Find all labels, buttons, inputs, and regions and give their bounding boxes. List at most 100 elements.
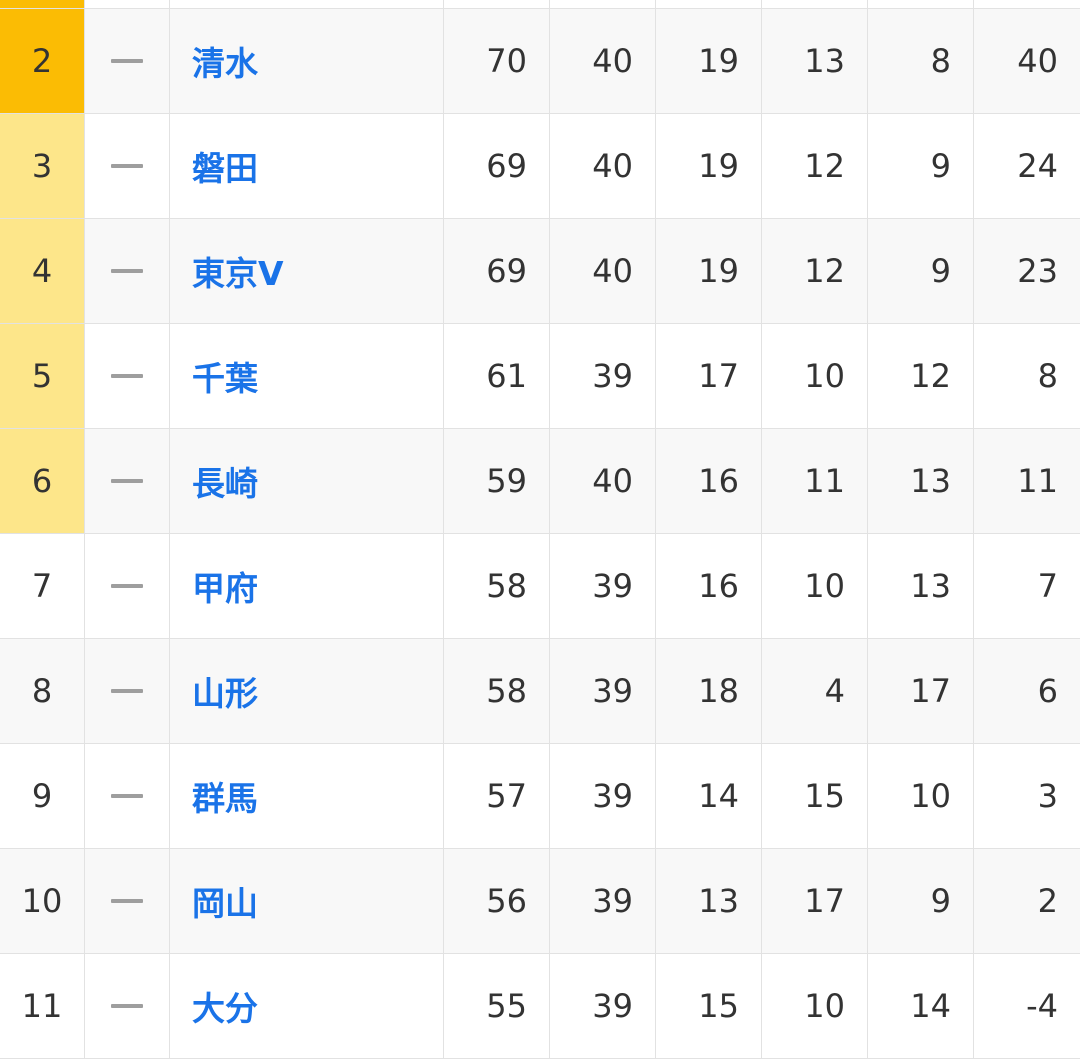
goal-diff-cell: 3 <box>1037 777 1058 815</box>
team-link[interactable]: 岡山 <box>170 849 444 953</box>
won-cell <box>656 0 762 8</box>
drawn-cell: 13 <box>762 9 868 113</box>
team-link[interactable]: 長崎 <box>170 429 444 533</box>
no-change-dash-icon <box>111 584 143 588</box>
drawn-cell: 10 <box>762 954 868 1058</box>
rank-cell: 11 <box>0 954 85 1058</box>
points-cell: 55 <box>444 954 550 1058</box>
played-cell: 40 <box>550 429 656 533</box>
lost-cell: 17 <box>868 639 974 743</box>
played-cell: 40 <box>550 9 656 113</box>
table-row: 10 岡山 56 39 13 17 9 2 <box>0 849 1080 954</box>
lost-cell: 8 <box>868 9 974 113</box>
table-row: 2 清水 70 40 19 13 8 40 <box>0 9 1080 114</box>
goal-diff-cell: -4 <box>1026 987 1058 1025</box>
no-change-dash-icon <box>111 1004 143 1008</box>
position-change-cell <box>85 219 170 323</box>
played-cell: 39 <box>550 324 656 428</box>
points-cell: 59 <box>444 429 550 533</box>
goal-diff-cell: 24 <box>1017 147 1058 185</box>
goal-diff-cell: 6 <box>1037 672 1058 710</box>
no-change-dash-icon <box>111 269 143 273</box>
rank-cell: 5 <box>0 324 85 428</box>
won-cell: 18 <box>656 639 762 743</box>
goal-diff-cell: 7 <box>1037 567 1058 605</box>
drawn-cell: 12 <box>762 114 868 218</box>
position-change-cell <box>85 429 170 533</box>
played-cell: 39 <box>550 639 656 743</box>
position-change-cell <box>85 744 170 848</box>
team-link[interactable]: 山形 <box>170 639 444 743</box>
position-change-cell <box>85 849 170 953</box>
position-change-cell <box>85 324 170 428</box>
rank-cell: 2 <box>0 9 85 113</box>
position-change-cell <box>85 0 170 8</box>
won-cell: 19 <box>656 219 762 323</box>
lost-cell: 9 <box>868 219 974 323</box>
team-link[interactable] <box>170 0 444 8</box>
lost-cell: 12 <box>868 324 974 428</box>
team-link[interactable]: 群馬 <box>170 744 444 848</box>
position-change-cell <box>85 114 170 218</box>
points-cell: 70 <box>444 9 550 113</box>
points-cell: 58 <box>444 639 550 743</box>
rank-cell: 1 <box>0 0 85 8</box>
played-cell: 39 <box>550 954 656 1058</box>
played-cell: 39 <box>550 744 656 848</box>
drawn-cell: 17 <box>762 849 868 953</box>
won-cell: 15 <box>656 954 762 1058</box>
table-row: 7 甲府 58 39 16 10 13 7 <box>0 534 1080 639</box>
drawn-cell: 10 <box>762 534 868 638</box>
drawn-cell: 10 <box>762 324 868 428</box>
team-link[interactable]: 清水 <box>170 9 444 113</box>
goal-diff-cell: 8 <box>1037 357 1058 395</box>
standings-table: 12清水704019138403磐田694019129244東京V6940191… <box>0 0 1080 1059</box>
team-link[interactable]: 磐田 <box>170 114 444 218</box>
points-cell: 69 <box>444 219 550 323</box>
table-row: 8 山形 58 39 18 4 17 6 <box>0 639 1080 744</box>
table-row: 5 千葉 61 39 17 10 12 8 <box>0 324 1080 429</box>
goal-diff-cell: 23 <box>1017 252 1058 290</box>
lost-cell: 13 <box>868 534 974 638</box>
drawn-cell: 11 <box>762 429 868 533</box>
won-cell: 13 <box>656 849 762 953</box>
team-link[interactable]: 甲府 <box>170 534 444 638</box>
team-link[interactable]: 大分 <box>170 954 444 1058</box>
no-change-dash-icon <box>111 479 143 483</box>
table-row: 11 大分 55 39 15 10 14 -4 <box>0 954 1080 1059</box>
no-change-dash-icon <box>111 899 143 903</box>
won-cell: 19 <box>656 114 762 218</box>
played-cell: 39 <box>550 849 656 953</box>
goal-diff-cell: 40 <box>1017 42 1058 80</box>
lost-cell: 9 <box>868 114 974 218</box>
points-cell: 61 <box>444 324 550 428</box>
no-change-dash-icon <box>111 689 143 693</box>
no-change-dash-icon <box>111 164 143 168</box>
drawn-cell <box>762 0 868 8</box>
points-cell: 58 <box>444 534 550 638</box>
won-cell: 16 <box>656 534 762 638</box>
table-row: 1 <box>0 0 1080 9</box>
played-cell: 40 <box>550 114 656 218</box>
points-cell: 69 <box>444 114 550 218</box>
position-change-cell <box>85 9 170 113</box>
lost-cell: 14 <box>868 954 974 1058</box>
table-row: 9 群馬 57 39 14 15 10 3 <box>0 744 1080 849</box>
drawn-cell: 12 <box>762 219 868 323</box>
team-link[interactable]: 東京V <box>170 219 444 323</box>
lost-cell: 13 <box>868 429 974 533</box>
drawn-cell: 4 <box>762 639 868 743</box>
points-cell: 57 <box>444 744 550 848</box>
rank-cell: 3 <box>0 114 85 218</box>
rank-cell: 10 <box>0 849 85 953</box>
no-change-dash-icon <box>111 374 143 378</box>
goal-diff-cell: 11 <box>1017 462 1058 500</box>
won-cell: 17 <box>656 324 762 428</box>
position-change-cell <box>85 639 170 743</box>
rank-cell: 7 <box>0 534 85 638</box>
no-change-dash-icon <box>111 794 143 798</box>
no-change-dash-icon <box>111 59 143 63</box>
team-link[interactable]: 千葉 <box>170 324 444 428</box>
won-cell: 19 <box>656 9 762 113</box>
table-row: 6 長崎 59 40 16 11 13 11 <box>0 429 1080 534</box>
